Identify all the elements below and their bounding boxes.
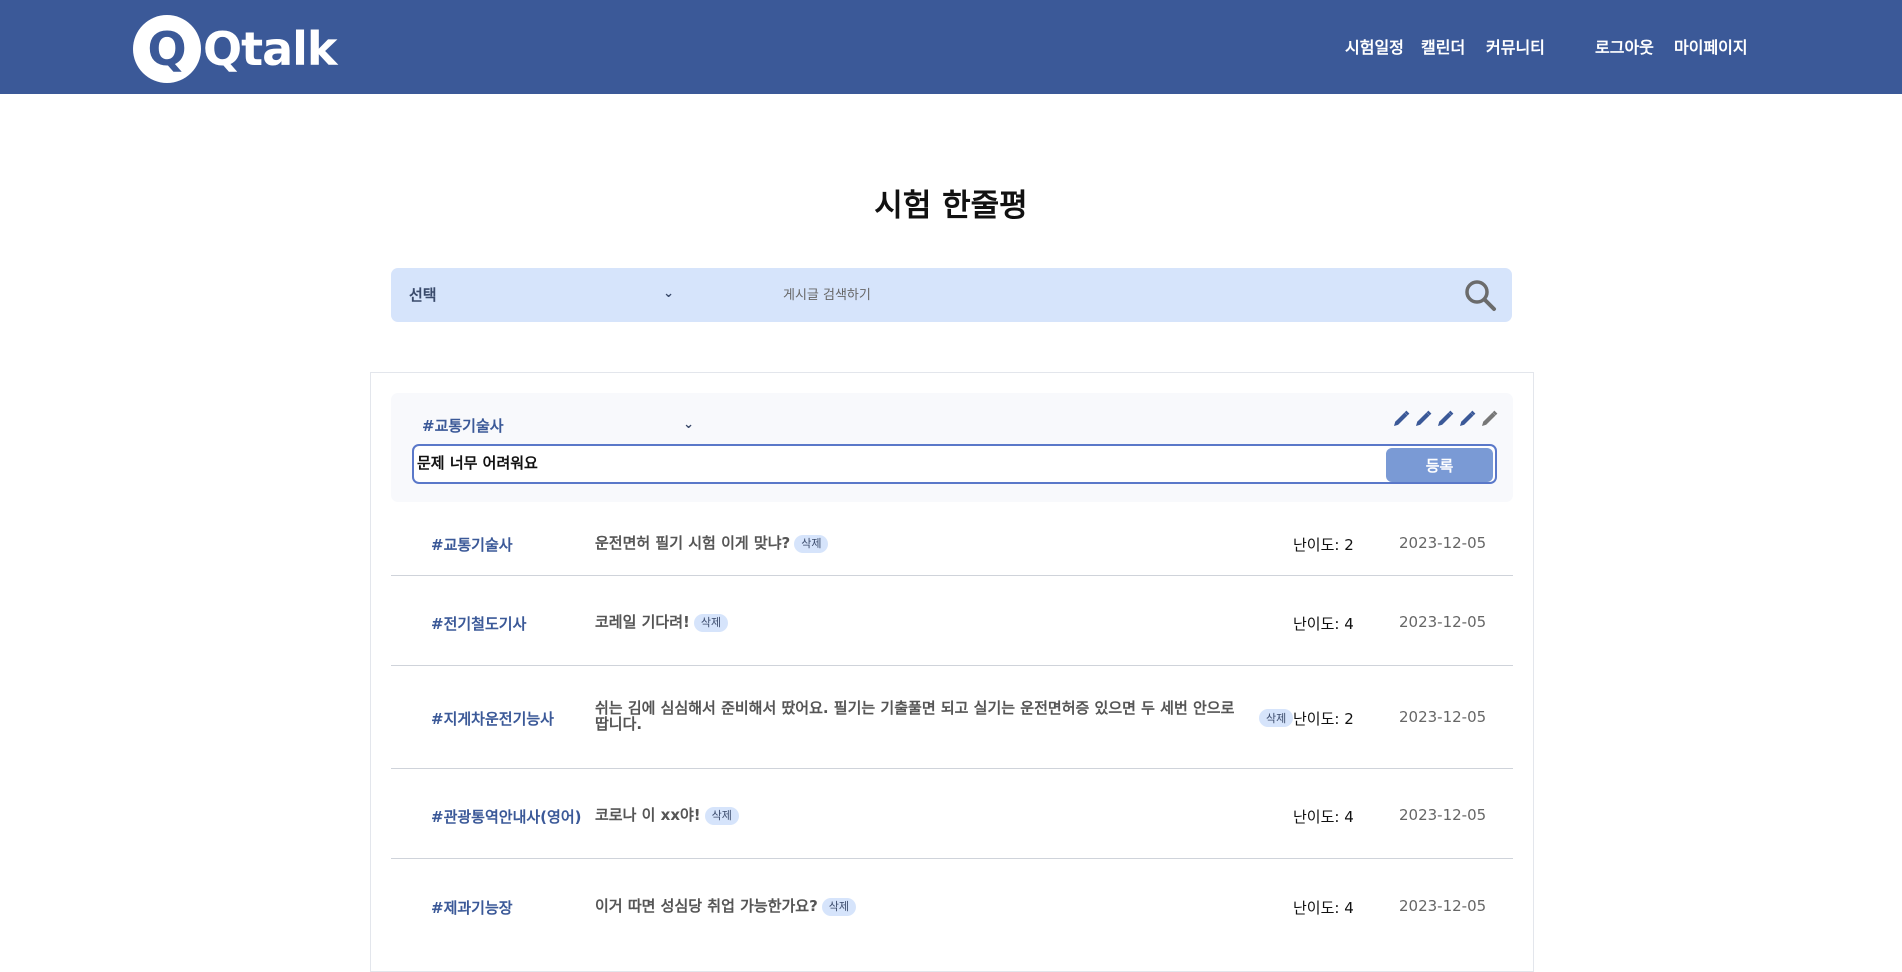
review-difficulty: 난이도: 4 (1293, 899, 1354, 917)
review-content: 코로나 이 xx야! 삭제 (595, 807, 739, 825)
pencil-icon[interactable] (1391, 409, 1411, 429)
review-input[interactable]: 문제 너무 어려워요 등록 (412, 444, 1497, 484)
review-row: #전기철도기사 코레일 기다려! 삭제 난이도: 4 2023-12-05 (391, 576, 1513, 666)
review-difficulty: 난이도: 4 (1293, 808, 1354, 826)
compose-exam-select[interactable]: #교통기술사 ⌄ (422, 415, 694, 437)
review-date: 2023-12-05 (1399, 708, 1487, 726)
review-text: 코로나 이 xx야! (595, 806, 701, 824)
review-date: 2023-12-05 (1399, 613, 1487, 631)
review-row: #교통기술사 운전면허 필기 시험 이게 맞냐? 삭제 난이도: 2 2023-1… (391, 504, 1513, 576)
logo-letter: Q (147, 22, 187, 76)
nav-mypage[interactable]: 마이페이지 (1674, 34, 1748, 58)
review-date: 2023-12-05 (1399, 534, 1487, 552)
review-exam-tag[interactable]: #전기철도기사 (431, 613, 526, 634)
review-difficulty: 난이도: 4 (1293, 615, 1354, 633)
nav-calendar[interactable]: 캘린더 (1421, 34, 1465, 58)
pencil-icon[interactable] (1479, 409, 1499, 429)
submit-button[interactable]: 등록 (1386, 448, 1493, 482)
review-difficulty: 난이도: 2 (1293, 710, 1354, 728)
logo-text: Qtalk (203, 22, 337, 76)
chevron-down-icon: ⌄ (663, 286, 674, 301)
logo-q-circle: Q (133, 15, 201, 83)
chevron-down-icon: ⌄ (683, 417, 694, 432)
delete-button[interactable]: 삭제 (1259, 709, 1294, 727)
compose-select-value: #교통기술사 (422, 417, 504, 435)
review-exam-tag[interactable]: #지게차운전기능사 (431, 708, 554, 729)
delete-button[interactable]: 삭제 (794, 535, 829, 553)
review-exam-tag[interactable]: #교통기술사 (431, 534, 513, 555)
search-input[interactable]: 게시글 검색하기 (783, 284, 1423, 306)
delete-button[interactable]: 삭제 (704, 807, 739, 825)
review-input-value: 문제 너무 어려워요 (417, 454, 538, 472)
search-bar: 선택 ⌄ 게시글 검색하기 (391, 268, 1512, 322)
review-panel: #교통기술사 ⌄ 문제 너무 어려워요 등록 #교통기술사 운전면허 필기 시험… (370, 372, 1534, 972)
review-exam-tag[interactable]: #관광통역안내사(영어) (431, 806, 581, 827)
nav-community[interactable]: 커뮤니티 (1486, 34, 1545, 58)
review-date: 2023-12-05 (1399, 806, 1487, 824)
review-content: 운전면허 필기 시험 이게 맞냐? 삭제 (595, 534, 829, 553)
nav-exam-schedule[interactable]: 시험일정 (1345, 34, 1404, 58)
review-content: 쉬는 김에 심심해서 준비해서 땄어요. 필기는 기출풀면 되고 실기는 운전면… (595, 699, 1235, 733)
compose-review-box: #교통기술사 ⌄ 문제 너무 어려워요 등록 (391, 393, 1513, 502)
review-exam-tag[interactable]: #제과기능장 (431, 897, 513, 918)
search-category-select[interactable]: 선택 ⌄ (409, 284, 674, 306)
qtalk-logo[interactable]: Q Qtalk (133, 15, 337, 83)
page-title: 시험 한줄평 (874, 188, 1028, 224)
delete-button[interactable]: 삭제 (693, 614, 729, 632)
pencil-icon[interactable] (1457, 409, 1477, 429)
review-row: #지게차운전기능사 쉬는 김에 심심해서 준비해서 땄어요. 필기는 기출풀면 … (391, 666, 1513, 769)
pencil-icon[interactable] (1413, 409, 1433, 429)
search-select-value: 선택 (409, 286, 437, 304)
delete-button[interactable]: 삭제 (821, 898, 857, 916)
review-text: 코레일 기다려! (595, 613, 690, 631)
review-content: 코레일 기다려! 삭제 (595, 613, 729, 632)
review-text: 운전면허 필기 시험 이게 맞냐? (595, 534, 791, 552)
review-text: 이거 따면 성심당 취업 가능한가요? (595, 897, 818, 915)
review-content: 이거 따면 성심당 취업 가능한가요? 삭제 (595, 897, 857, 916)
search-icon[interactable] (1462, 277, 1498, 313)
review-date: 2023-12-05 (1399, 897, 1487, 915)
review-difficulty: 난이도: 2 (1293, 536, 1354, 554)
top-navigation-bar: Q Qtalk 시험일정 캘린더 커뮤니티 로그아웃 마이페이지 (0, 0, 1902, 94)
nav-logout[interactable]: 로그아웃 (1595, 34, 1654, 58)
difficulty-rating (1391, 409, 1499, 429)
review-row: #관광통역안내사(영어) 코로나 이 xx야! 삭제 난이도: 4 2023-12… (391, 769, 1513, 859)
review-row: #제과기능장 이거 따면 성심당 취업 가능한가요? 삭제 난이도: 4 2023… (391, 859, 1513, 949)
pencil-icon[interactable] (1435, 409, 1455, 429)
